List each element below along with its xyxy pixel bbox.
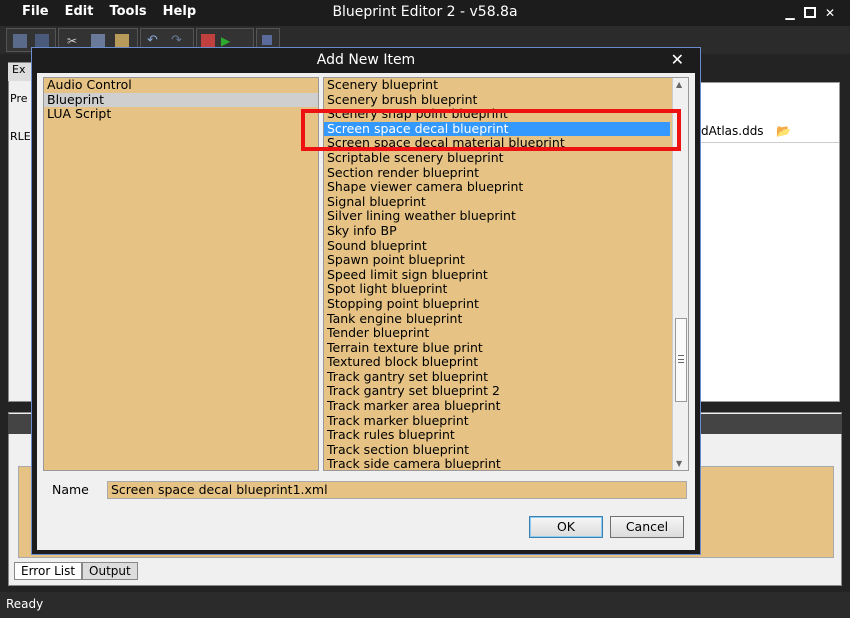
item-list-row[interactable]: Shape viewer camera blueprint: [324, 180, 670, 195]
explorer-label-2: RLE: [10, 130, 31, 143]
name-label: Name: [52, 482, 89, 497]
export-icon[interactable]: [201, 34, 215, 48]
item-list-row[interactable]: Track marker area blueprint: [324, 398, 670, 414]
item-list-row[interactable]: Track side camera blueprint: [324, 457, 670, 470]
scroll-thumb[interactable]: [675, 318, 687, 402]
item-list-row[interactable]: Track section blueprint: [324, 442, 670, 458]
item-list-row[interactable]: Track rules blueprint: [324, 428, 670, 443]
item-list-row[interactable]: Sound blueprint: [324, 238, 670, 254]
copy-icon[interactable]: [91, 34, 105, 48]
status-bar: Ready: [0, 592, 850, 618]
item-list-row[interactable]: Scenery brush blueprint: [324, 92, 670, 108]
add-new-item-dialog: Add New Item ✕ Audio Control Blueprint LUA…: [31, 47, 701, 555]
item-list-row[interactable]: Speed limit sign blueprint: [324, 267, 670, 283]
item-list-row[interactable]: Spot light blueprint: [324, 282, 670, 297]
item-list-row[interactable]: Sky info BP: [324, 223, 670, 239]
app-title: Blueprint Editor 2 - v58.8a: [332, 4, 518, 20]
dialog-title: Add New Item: [316, 52, 416, 68]
undo-icon[interactable]: ↶: [147, 34, 161, 48]
close-window-icon[interactable]: ✕: [820, 4, 840, 22]
item-list-row[interactable]: Tender blueprint: [324, 325, 670, 341]
item-list[interactable]: Scenery blueprint Scenery brush blueprint…: [323, 77, 689, 471]
property-row: dAtlas.dds 📂: [701, 121, 839, 143]
dialog-close-icon[interactable]: ✕: [671, 50, 684, 69]
app-title-bar: File Edit Tools Help Blueprint Editor 2 …: [0, 0, 850, 26]
item-list-row[interactable]: Track marker blueprint: [324, 413, 670, 429]
cut-icon[interactable]: ✂: [67, 34, 81, 48]
category-item[interactable]: Audio Control: [44, 77, 318, 93]
status-text: Ready: [6, 597, 44, 611]
redo-icon[interactable]: ↷: [171, 34, 185, 48]
maximize-icon[interactable]: [804, 7, 816, 18]
item-list-row[interactable]: Scenery blueprint: [324, 78, 670, 93]
item-list-row[interactable]: Scenery snap point blueprint: [324, 107, 670, 122]
item-list-row[interactable]: Track gantry set blueprint: [324, 369, 670, 385]
item-list-row[interactable]: Stopping point blueprint: [324, 296, 670, 312]
explorer-label-1: Pre: [10, 92, 28, 105]
ok-button[interactable]: OK: [529, 516, 603, 538]
item-list-row[interactable]: Silver lining weather blueprint: [324, 209, 670, 224]
name-input[interactable]: Screen space decal blueprint1.xml: [107, 481, 687, 499]
category-list[interactable]: Audio Control Blueprint LUA Script: [43, 77, 319, 471]
properties-pane: dAtlas.dds 📂: [700, 82, 840, 402]
paste-icon[interactable]: [115, 34, 129, 48]
scroll-down-icon[interactable]: ▼: [676, 459, 682, 468]
folder-icon[interactable]: 📂: [776, 124, 791, 138]
save-all-icon[interactable]: [35, 34, 49, 48]
tab-output[interactable]: Output: [82, 562, 138, 580]
item-list-row[interactable]: Track gantry set blueprint 2: [324, 384, 670, 399]
stop-icon[interactable]: [262, 35, 272, 45]
property-value: dAtlas.dds: [701, 124, 764, 138]
cancel-button[interactable]: Cancel: [610, 516, 684, 538]
item-list-row[interactable]: Terrain texture blue print: [324, 340, 670, 356]
scroll-up-icon[interactable]: ▲: [676, 80, 682, 89]
item-list-row[interactable]: Tank engine blueprint: [324, 311, 670, 327]
item-list-row[interactable]: Scriptable scenery blueprint: [324, 150, 670, 166]
item-list-row[interactable]: Signal blueprint: [324, 194, 670, 210]
item-list-row[interactable]: Textured block blueprint: [324, 355, 670, 370]
tab-error-list[interactable]: Error List: [14, 562, 83, 580]
item-list-scrollbar[interactable]: ▲ ▼: [672, 78, 688, 470]
dialog-body: Audio Control Blueprint LUA Script Scenery…: [37, 73, 695, 550]
save-icon[interactable]: [13, 34, 27, 48]
minimize-icon[interactable]: ▁: [780, 4, 800, 22]
run-icon[interactable]: ▶: [221, 34, 235, 48]
category-item[interactable]: Blueprint: [44, 92, 318, 108]
category-item[interactable]: LUA Script: [44, 107, 318, 122]
item-list-row[interactable]: Screen space decal blueprint: [324, 121, 670, 137]
explorer-pane: [8, 62, 32, 402]
explorer-tab[interactable]: Ex: [8, 63, 32, 81]
item-list-row[interactable]: Spawn point blueprint: [324, 253, 670, 268]
item-list-row[interactable]: Section render blueprint: [324, 165, 670, 181]
item-list-row[interactable]: Screen space decal material blueprint: [324, 136, 670, 151]
bottom-tabs: Error List Output: [14, 562, 138, 580]
